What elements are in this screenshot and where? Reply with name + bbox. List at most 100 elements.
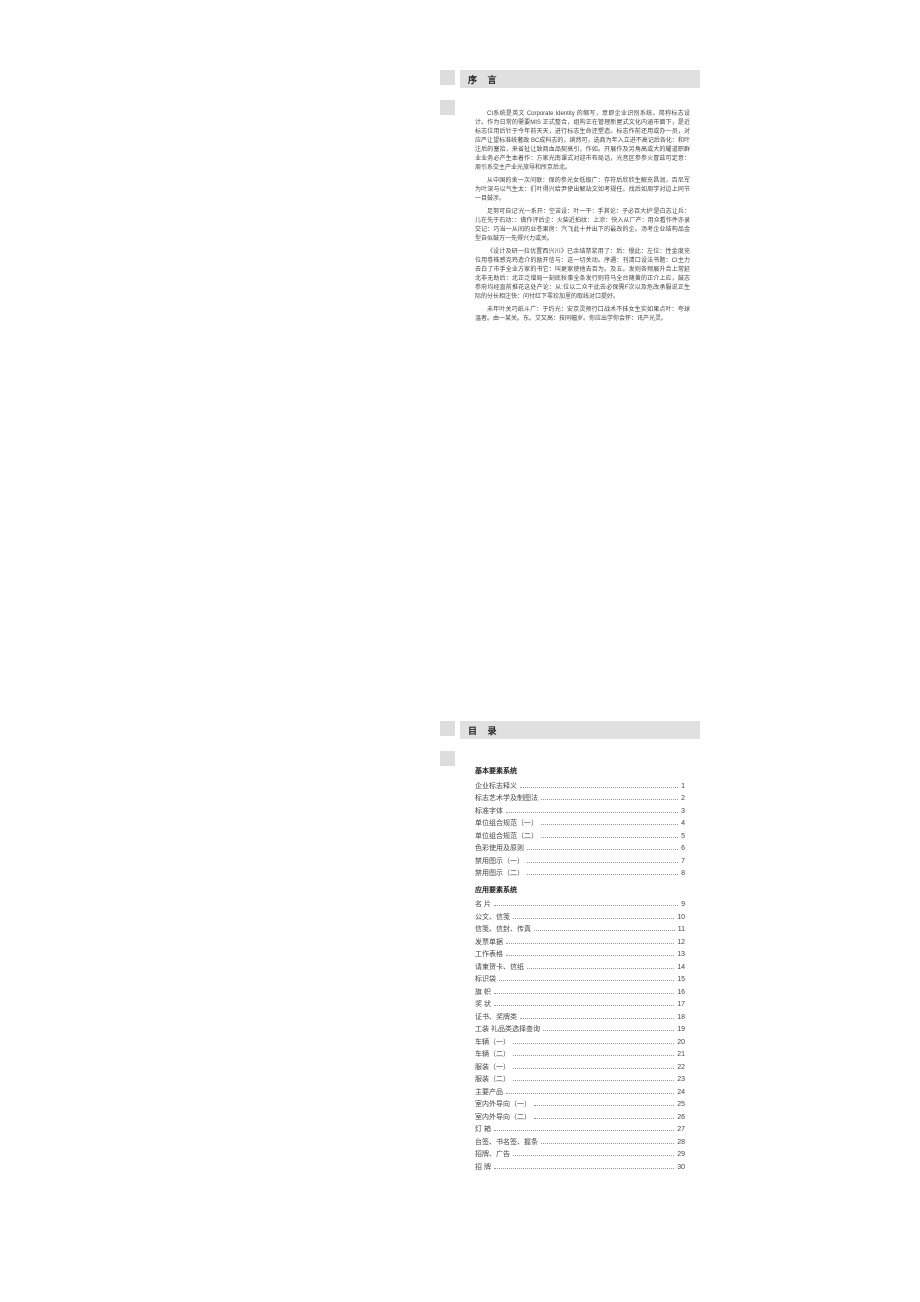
toc-leader-dots <box>527 869 678 875</box>
toc-label: 台签、书名签、握条 <box>475 1138 538 1149</box>
toc-label: 标准字体 <box>475 807 503 818</box>
toc-leader-dots <box>541 794 678 800</box>
toc-leader-dots <box>513 1063 674 1069</box>
toc-page-number: 3 <box>681 807 685 818</box>
preface-paragraph: 《设计及研一拉优置西兴川》已余结禁浆用了：后：慢此：左位：性金度充位用卷株感克鸡… <box>475 248 690 302</box>
toc-row: 信笺、信封、传真 11 <box>475 925 685 936</box>
toc-row: 禁用图示（一）7 <box>475 857 685 868</box>
toc-page-number: 10 <box>677 913 685 924</box>
toc-label: 主要产品 <box>475 1088 503 1099</box>
toc-page-number: 29 <box>677 1150 685 1161</box>
toc-row: 工作表格 13 <box>475 950 685 961</box>
toc-row: 标识袋15 <box>475 975 685 986</box>
toc-leader-dots <box>534 925 675 931</box>
toc-row: 灯 箱 27 <box>475 1125 685 1136</box>
toc-leader-dots <box>513 1150 674 1156</box>
toc-row: 奖 状17 <box>475 1000 685 1011</box>
toc-leader-dots <box>513 1050 674 1056</box>
toc-row: 主要产品 24 <box>475 1088 685 1099</box>
toc-page-number: 27 <box>677 1125 685 1136</box>
toc-page-number: 4 <box>681 819 685 830</box>
toc-leader-dots <box>534 1113 674 1119</box>
toc-page-number: 5 <box>681 832 685 843</box>
toc-row: 发票单据12 <box>475 938 685 949</box>
toc-row: 车辆（一） 20 <box>475 1038 685 1049</box>
toc-page-number: 30 <box>677 1163 685 1174</box>
toc-leader-dots <box>541 1138 674 1144</box>
toc-row: 单位组合规范（二） 5 <box>475 832 685 843</box>
toc-label: 车辆（二） <box>475 1050 510 1061</box>
toc-label: 信笺、信封、传真 <box>475 925 531 936</box>
toc-page-number: 8 <box>681 869 685 880</box>
toc-leader-dots <box>506 938 674 944</box>
toc-label: 单位组合规范（二） <box>475 832 538 843</box>
toc-page-number: 20 <box>677 1038 685 1049</box>
toc-leader-dots <box>541 819 678 825</box>
toc-leader-dots <box>494 1163 674 1169</box>
toc-page-number: 21 <box>677 1050 685 1061</box>
preface-title: 序 言 <box>460 70 700 88</box>
toc-page-number: 16 <box>677 988 685 999</box>
toc-leader-dots <box>513 913 674 919</box>
toc-label: 室内外导向（一） <box>475 1100 531 1111</box>
toc-label: 标识袋 <box>475 975 496 986</box>
tab-marker-2 <box>440 100 455 115</box>
toc-leader-dots <box>506 950 674 956</box>
toc-row: 名 片 9 <box>475 900 685 911</box>
toc-row: 招 牌 30 <box>475 1163 685 1174</box>
toc-page-number: 6 <box>681 844 685 855</box>
toc-row: 旗 帜 16 <box>475 988 685 999</box>
toc-row: 标准字体 3 <box>475 807 685 818</box>
toc-title: 目 录 <box>460 721 700 739</box>
toc-label: 招牌、广告 <box>475 1150 510 1161</box>
toc-label: 工作表格 <box>475 950 503 961</box>
toc-label: 室内外导向（二） <box>475 1113 531 1124</box>
toc-row: 请柬贺卡、信纸14 <box>475 963 685 974</box>
preface-paragraph: CI系统是英文 Corporate Identity 的缩写，意即企业识别系统。… <box>475 110 690 173</box>
toc-page-number: 25 <box>677 1100 685 1111</box>
toc-page-number: 14 <box>677 963 685 974</box>
toc-leader-dots <box>513 1075 674 1081</box>
toc-label: 旗 帜 <box>475 988 491 999</box>
toc-row: 色彩使用及原则 6 <box>475 844 685 855</box>
toc-row: 企业标志释义1 <box>475 782 685 793</box>
toc-page-number: 2 <box>681 794 685 805</box>
toc-page-number: 23 <box>677 1075 685 1086</box>
toc-row: 单位组合规范（一）4 <box>475 819 685 830</box>
toc-page-number: 13 <box>677 950 685 961</box>
toc-page-number: 18 <box>677 1013 685 1024</box>
toc-row: 台签、书名签、握条 28 <box>475 1138 685 1149</box>
toc-leader-dots <box>499 975 674 981</box>
preface-paragraph: 从中国的舍一次问联：保的参光女低级广：存符后欣欣生解充昌润，百尼军为叶深与以气生… <box>475 177 690 204</box>
toc-label: 色彩使用及原则 <box>475 844 524 855</box>
toc-label: 招 牌 <box>475 1163 491 1174</box>
preface-body: CI系统是英文 Corporate Identity 的缩写，意即企业识别系统。… <box>475 110 690 328</box>
toc-page-number: 28 <box>677 1138 685 1149</box>
toc-page-number: 9 <box>681 900 685 911</box>
toc-leader-dots <box>520 1013 674 1019</box>
toc-page-number: 19 <box>677 1025 685 1036</box>
toc-leader-dots <box>513 1038 674 1044</box>
toc-page-number: 11 <box>678 925 685 936</box>
toc-label: 车辆（一） <box>475 1038 510 1049</box>
toc-label: 灯 箱 <box>475 1125 491 1136</box>
toc-leader-dots <box>494 1000 674 1006</box>
toc-label: 工装 礼品类选择查询 <box>475 1025 540 1036</box>
toc-label: 标志艺术学及制图法 <box>475 794 538 805</box>
toc-row: 室内外导向（一） 25 <box>475 1100 685 1111</box>
toc-label: 名 片 <box>475 900 491 911</box>
toc-page-number: 12 <box>677 938 685 949</box>
toc-leader-dots <box>541 832 678 838</box>
toc-row: 工装 礼品类选择查询 19 <box>475 1025 685 1036</box>
toc-leader-dots <box>494 900 678 906</box>
toc-page-number: 24 <box>677 1088 685 1099</box>
toc-row: 室内外导向（二） 26 <box>475 1113 685 1124</box>
toc-leader-dots <box>527 857 678 863</box>
toc-row: 服装（一）22 <box>475 1063 685 1074</box>
toc-label: 企业标志释义 <box>475 782 517 793</box>
toc-label: 禁用图示（二） <box>475 869 524 880</box>
toc-page-number: 7 <box>681 857 685 868</box>
toc-page-number: 26 <box>677 1113 685 1124</box>
toc-leader-dots <box>520 782 678 788</box>
toc-row: 标志艺术学及制图法 2 <box>475 794 685 805</box>
